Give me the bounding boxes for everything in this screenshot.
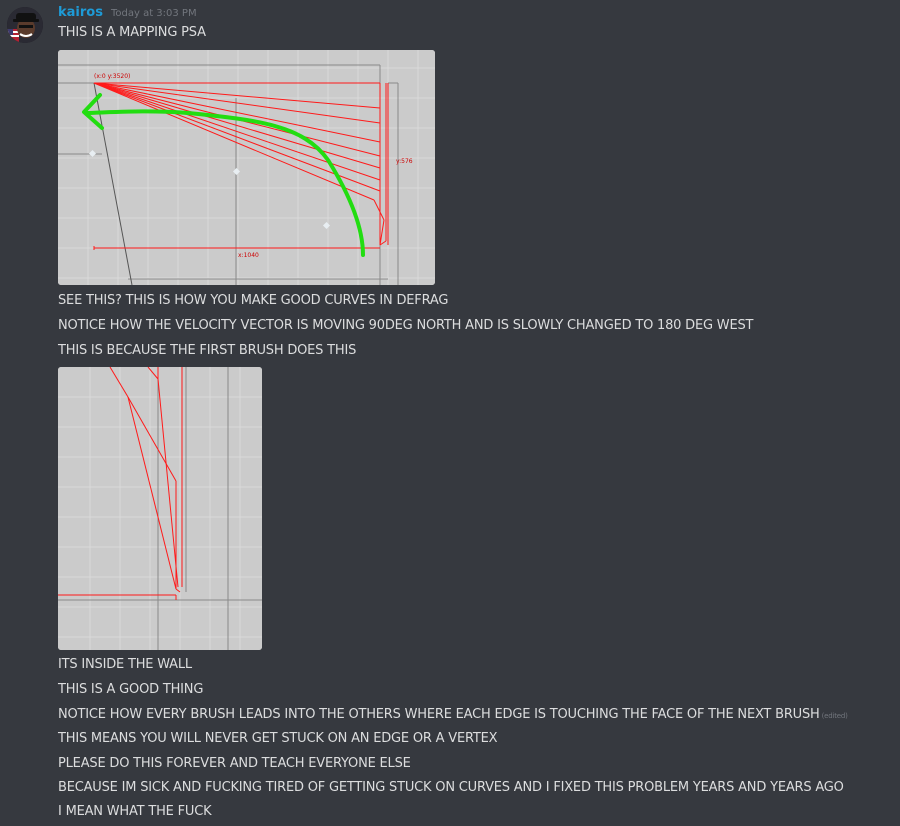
message-group: kairos Today at 3:03 PM THIS IS A MAPPIN…: [0, 0, 900, 826]
message-line: THIS IS A MAPPING PSA: [58, 25, 206, 40]
edited-label: (edited): [821, 712, 848, 720]
user-avatar[interactable]: [7, 7, 43, 43]
message-line: THIS IS BECAUSE THE FIRST BRUSH DOES THI…: [58, 343, 357, 358]
timestamp: Today at 3:03 PM: [110, 8, 197, 19]
attachment-image-brush-closeup[interactable]: [58, 367, 262, 650]
message-line: NOTICE HOW THE VELOCITY VECTOR IS MOVING…: [58, 318, 754, 333]
username[interactable]: kairos: [58, 5, 103, 20]
message-line: SEE THIS? THIS IS HOW YOU MAKE GOOD CURV…: [58, 293, 449, 308]
message-line: THIS IS A GOOD THING: [58, 682, 204, 697]
message-line: I MEAN WHAT THE FUCK: [58, 804, 212, 819]
message-line: PLEASE DO THIS FOREVER AND TEACH EVERYON…: [58, 756, 411, 771]
message-line: THIS MEANS YOU WILL NEVER GET STUCK ON A…: [58, 731, 498, 746]
brush-closeup-drawing: [58, 367, 262, 650]
attachment-image-curve-overview[interactable]: (x:0 y:3520) y:576 x:1040: [58, 50, 435, 285]
curve-overview-drawing: (x:0 y:3520) y:576 x:1040: [58, 50, 435, 285]
message-line-text: NOTICE HOW EVERY BRUSH LEADS INTO THE OT…: [58, 707, 820, 722]
message-header: kairos Today at 3:03 PM: [58, 5, 197, 20]
message-line: BECAUSE IM SICK AND FUCKING TIRED OF GET…: [58, 780, 844, 795]
coord-label: (x:0 y:3520): [94, 73, 130, 80]
message-line: ITS INSIDE THE WALL: [58, 657, 192, 672]
x-dimension-label: x:1040: [238, 252, 259, 259]
avatar-image: [7, 7, 43, 43]
y-dimension-label: y:576: [396, 158, 413, 165]
message-line-edited: NOTICE HOW EVERY BRUSH LEADS INTO THE OT…: [58, 707, 848, 722]
